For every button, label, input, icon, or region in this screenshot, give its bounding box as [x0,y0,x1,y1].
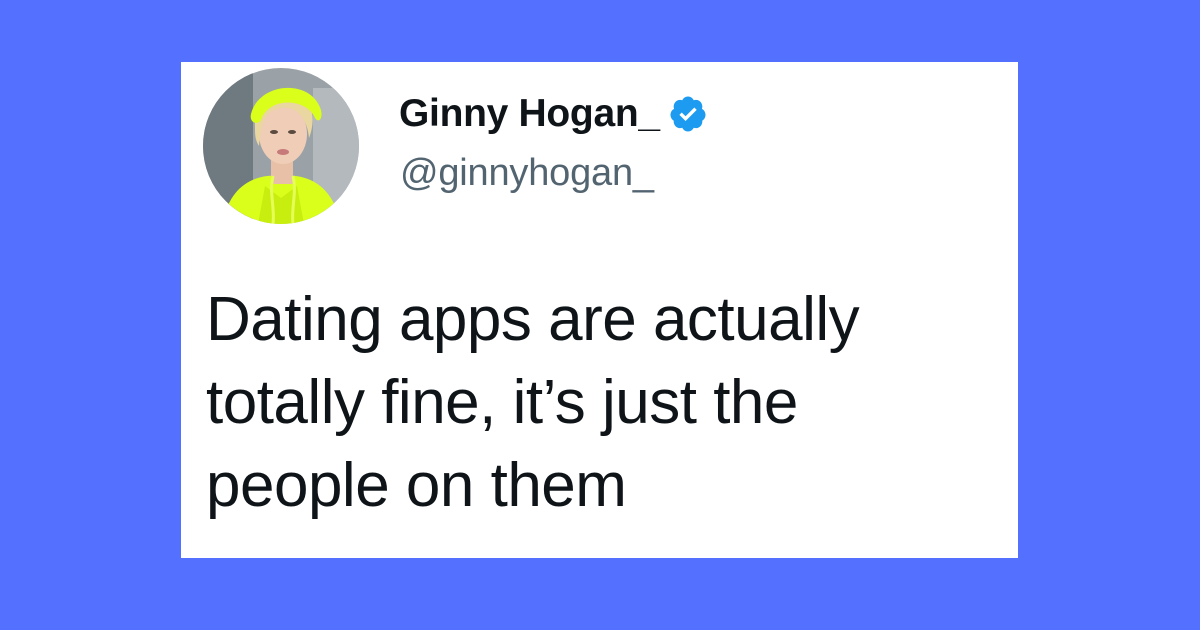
author-name-row: Ginny Hogan_ [399,86,708,142]
avatar-image [203,68,359,224]
tweet-text: Dating apps are actually totally fine, i… [206,278,1006,527]
tweet-text-line: totally fine, it’s just the [206,368,798,437]
author-display-name[interactable]: Ginny Hogan_ [399,92,660,136]
profile-avatar[interactable] [203,68,359,224]
verified-badge-icon [668,94,708,134]
tweet-card: Ginny Hogan_ @ginnyhogan_ Dating apps ar… [181,62,1018,558]
author-handle[interactable]: @ginnyhogan_ [400,152,654,195]
tweet-text-line: people on them [206,451,627,520]
tweet-text-line: Dating apps are actually [206,285,860,354]
